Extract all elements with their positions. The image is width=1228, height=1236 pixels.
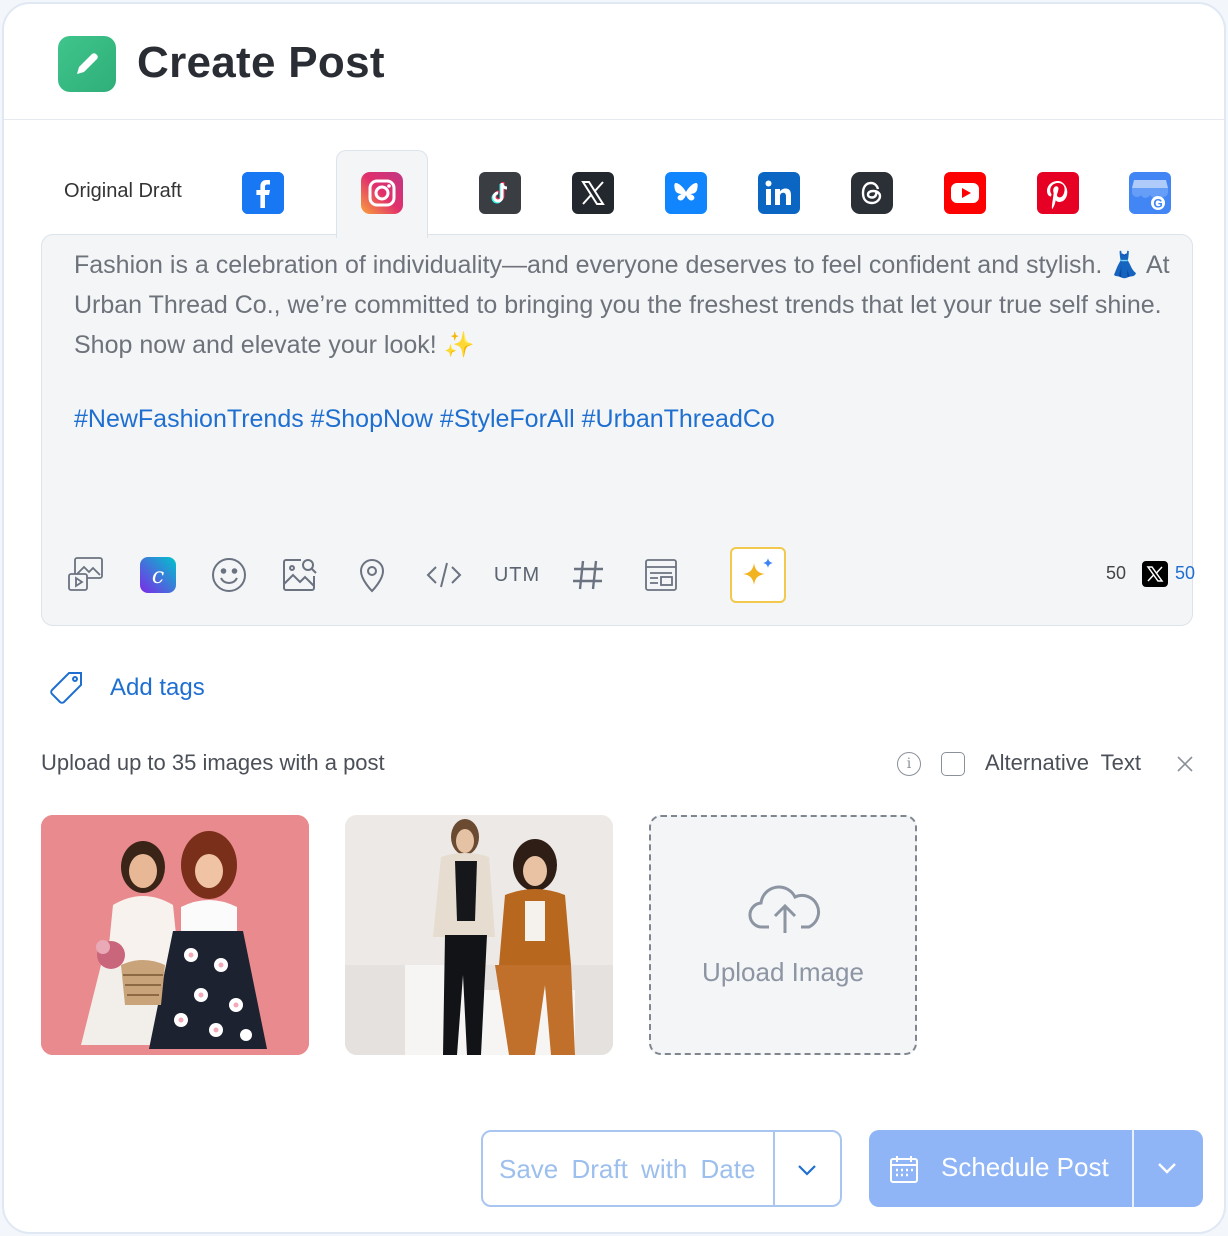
info-icon[interactable]: i [897,752,921,776]
upload-image-dropzone[interactable]: Upload Image [649,815,917,1055]
divider [1132,1130,1134,1207]
chevron-down-icon[interactable] [795,1160,819,1180]
alt-text-checkbox[interactable] [941,752,965,776]
google-business-icon[interactable]: G [1129,172,1171,214]
upload-image-label: Upload Image [702,957,864,987]
location-icon[interactable] [350,553,394,597]
post-editor[interactable]: Fashion is a celebration of individualit… [41,234,1195,626]
calendar-icon [890,1156,918,1183]
svg-text:c: c [152,564,164,589]
uploaded-image[interactable] [41,815,309,1055]
post-hashtags[interactable]: #NewFashionTrends #ShopNow #StyleForAll … [74,405,775,434]
hashtag-icon[interactable] [566,553,610,597]
schedule-post-label: Schedule Post [941,1152,1109,1182]
close-icon[interactable] [1175,754,1195,774]
template-icon[interactable] [639,553,683,597]
schedule-post-button[interactable]: Schedule Post [869,1130,1203,1207]
linkedin-icon[interactable] [758,172,800,214]
save-draft-button[interactable]: Save Draft with Date [481,1130,842,1207]
pencil-icon [58,36,116,92]
page-title: Create Post [137,38,385,87]
facebook-icon[interactable] [242,172,284,214]
svg-text:G: G [1153,197,1162,211]
add-tags-label: Add tags [110,674,205,701]
tiktok-icon[interactable] [479,172,521,214]
editor-toolbar: c UTM 50 50 [64,547,1195,603]
emoji-icon[interactable] [207,553,251,597]
uploaded-image[interactable] [345,815,613,1055]
upload-note: Upload up to 35 images with a post [41,750,385,775]
bluesky-icon[interactable] [665,172,707,214]
alt-text-row: i Alternative Text [897,748,1197,780]
post-text[interactable]: Fashion is a celebration of individualit… [74,245,1174,365]
header: Create Post [4,4,1224,120]
threads-icon[interactable] [851,172,893,214]
divider [773,1132,775,1205]
ai-sparkle-icon[interactable] [730,547,786,603]
platform-tabs: Original Draft G [4,150,1224,238]
code-icon[interactable] [422,553,466,597]
pinterest-icon[interactable] [1037,172,1079,214]
x-icon[interactable] [572,172,614,214]
cloud-upload-icon [748,885,821,933]
save-draft-label: Save Draft with Date [499,1154,756,1184]
media-library-icon[interactable] [64,553,108,597]
alt-text-label: Alternative Text [985,750,1142,775]
utm-icon[interactable]: UTM [492,553,542,597]
canva-icon[interactable]: c [136,553,180,597]
tab-original-draft[interactable]: Original Draft [64,180,182,203]
image-search-icon[interactable] [278,553,322,597]
chevron-down-icon[interactable] [1155,1158,1179,1178]
char-count: 50 [1106,563,1127,583]
instagram-icon[interactable] [361,172,403,214]
tag-icon [50,672,82,704]
x-char-count: 50 [1175,563,1196,583]
x-icon [1142,561,1168,587]
youtube-icon[interactable] [944,172,986,214]
create-post-card: Create Post Original Draft G Fashion is … [2,2,1226,1234]
